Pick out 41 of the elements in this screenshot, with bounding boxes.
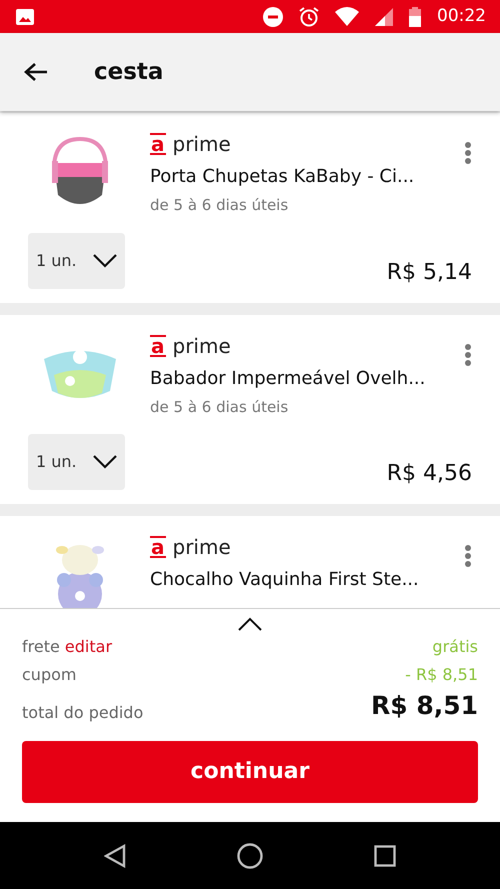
back-nav-icon[interactable]	[104, 844, 126, 868]
home-nav-icon[interactable]	[236, 842, 263, 868]
edit-link[interactable]: editar	[64, 637, 112, 656]
delivery-time: de 5 à 6 dias úteis	[150, 396, 290, 418]
total-label: total do pedido	[22, 702, 144, 724]
seller-logo: a	[150, 334, 166, 356]
shipping-value: grátis	[432, 636, 478, 658]
quantity-dropdown[interactable]: 1 un.	[28, 434, 125, 490]
more-options-icon[interactable]	[464, 544, 472, 568]
coupon-value: - R$ 8,51	[405, 664, 478, 686]
delivery-time: de 5 à 6 dias úteis	[150, 195, 290, 216]
image-icon	[16, 8, 34, 24]
more-options-icon[interactable]	[464, 342, 472, 366]
total-value: R$ 8,51	[370, 690, 478, 722]
recents-nav-icon[interactable]	[374, 844, 396, 866]
prime-label: prime	[172, 534, 231, 561]
shipping-label: frete	[22, 637, 60, 656]
signal-icon	[375, 8, 393, 26]
wifi-icon	[335, 7, 359, 26]
status-time: 00:22	[437, 4, 486, 28]
caret-icon	[93, 254, 117, 268]
prime-label: prime	[172, 131, 231, 158]
back-icon[interactable]	[24, 62, 48, 82]
prime-label: prime	[172, 332, 231, 360]
seller-logo: a	[150, 133, 166, 155]
product-name[interactable]: Babador Impermeável Ovelh...	[150, 364, 426, 392]
continue-button[interactable]: continuar	[22, 740, 478, 802]
product-price: R$ 5,14	[386, 258, 472, 286]
alarm-icon	[299, 6, 319, 26]
page-title: cesta	[94, 58, 164, 87]
product-name[interactable]: Chocalho Vaquinha First Ste...	[150, 566, 419, 593]
caret-icon	[93, 455, 117, 469]
coupon-label: cupom	[22, 664, 76, 686]
battery-icon	[409, 6, 421, 26]
product-name[interactable]: Porta Chupetas KaBaby - Ci...	[150, 163, 414, 190]
do-not-disturb-icon	[263, 6, 283, 26]
product-price: R$ 4,56	[386, 460, 472, 488]
quantity-dropdown[interactable]: 1 un.	[28, 232, 125, 288]
more-options-icon[interactable]	[464, 141, 472, 165]
seller-logo: a	[150, 536, 166, 558]
expand-icon[interactable]	[238, 617, 262, 631]
